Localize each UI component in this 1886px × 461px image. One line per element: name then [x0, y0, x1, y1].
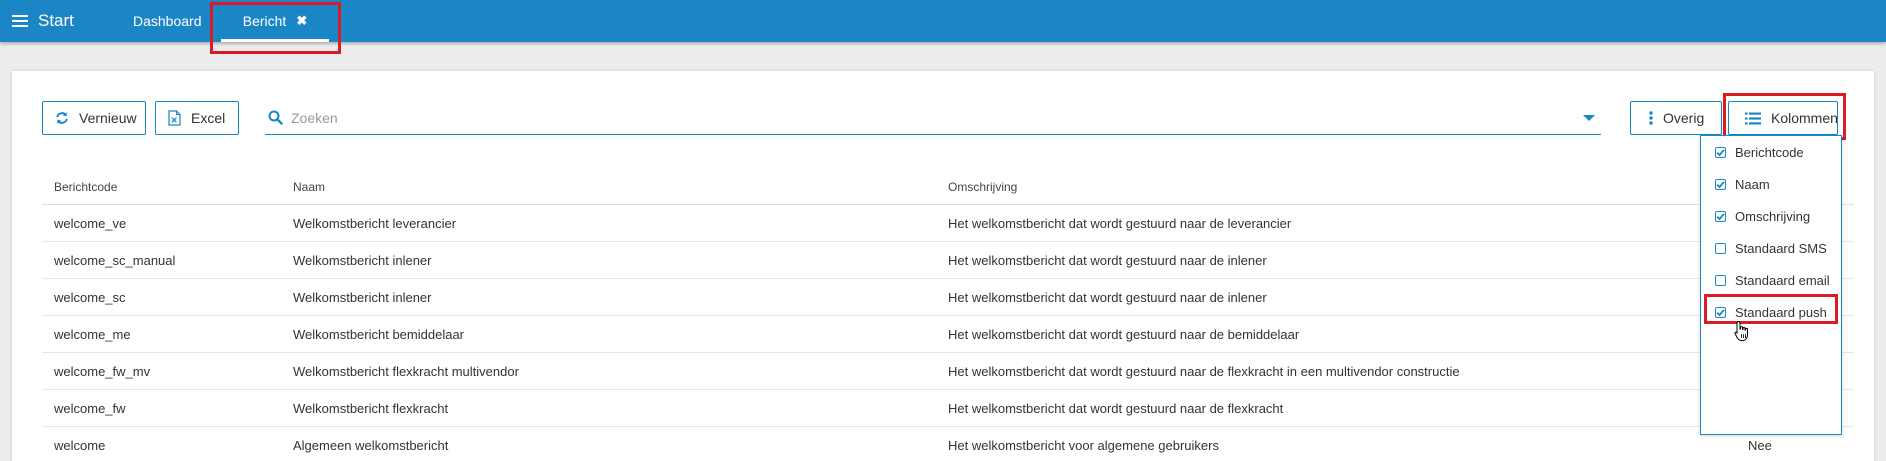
excel-label: Excel	[191, 110, 226, 126]
column-option-label: Omschrijving	[1735, 208, 1811, 224]
column-option-standaard-email[interactable]: Standaard email	[1701, 264, 1841, 296]
columns-dropdown: Berichtcode Naam Omschrijving Standaard …	[1700, 135, 1842, 435]
cell-naam: Welkomstbericht leverancier	[293, 215, 457, 231]
hand-pointer-icon	[1734, 320, 1750, 347]
excel-file-icon	[168, 110, 181, 126]
search-input[interactable]	[291, 109, 1583, 126]
cell-omschrijving: Het welkomstbericht dat wordt gestuurd n…	[948, 400, 1284, 416]
cell-omschrijving: Het welkomstbericht dat wordt gestuurd n…	[948, 215, 1292, 231]
cell-berichtcode: welcome_sc	[54, 289, 126, 305]
cell-naam: Welkomstbericht inlener	[293, 289, 432, 305]
cell-berichtcode: welcome_sc_manual	[54, 252, 176, 268]
checkbox[interactable]	[1715, 210, 1726, 222]
highlight-box-kolommen	[1723, 93, 1846, 140]
table-row[interactable]: welcome_sc Welkomstbericht inlener Het w…	[42, 279, 1854, 316]
cell-berichtcode: welcome_ve	[54, 215, 127, 231]
cell-naam: Welkomstbericht flexkracht multivendor	[293, 363, 519, 379]
table-row[interactable]: welcome_me Welkomstbericht bemiddelaar H…	[42, 316, 1854, 353]
column-option-naam[interactable]: Naam	[1701, 168, 1841, 200]
excel-button[interactable]: Excel	[155, 101, 239, 135]
cell-berichtcode: welcome	[54, 437, 106, 453]
column-option-label: Standaard SMS	[1735, 240, 1827, 256]
table-row[interactable]: welcome Algemeen welkomstbericht Het wel…	[42, 427, 1854, 461]
refresh-icon	[55, 111, 69, 125]
search-icon	[268, 110, 283, 125]
column-header-omschrijving[interactable]: Omschrijving	[936, 180, 1736, 194]
more-vertical-icon	[1649, 111, 1653, 125]
main-card: Vernieuw Excel Overig Kolommen Berichtco…	[12, 71, 1874, 461]
checkbox[interactable]	[1715, 178, 1726, 190]
cell-berichtcode: welcome_fw	[54, 400, 126, 416]
column-option-standaard-sms[interactable]: Standaard SMS	[1701, 232, 1841, 264]
checkbox[interactable]	[1715, 146, 1726, 158]
cell-omschrijving: Het welkomstbericht voor algemene gebrui…	[948, 437, 1219, 453]
overig-label: Overig	[1663, 110, 1705, 126]
cell-berichtcode: welcome_fw_mv	[54, 363, 151, 379]
chevron-down-icon[interactable]	[1583, 114, 1595, 121]
table-row[interactable]: welcome_fw Welkomstbericht flexkracht He…	[42, 390, 1854, 427]
highlight-box-tab	[210, 2, 341, 54]
data-table: Berichtcode Naam Omschrijving welcome_ve…	[42, 169, 1854, 461]
column-header-berichtcode[interactable]: Berichtcode	[42, 180, 281, 194]
cell-naam: Welkomstbericht flexkracht	[293, 400, 449, 416]
checkbox[interactable]	[1715, 274, 1726, 286]
cell-naam: Welkomstbericht inlener	[293, 252, 432, 268]
cell-omschrijving: Het welkomstbericht dat wordt gestuurd n…	[948, 252, 1267, 268]
table-row[interactable]: welcome_sc_manual Welkomstbericht inlene…	[42, 242, 1854, 279]
column-option-label: Standaard email	[1735, 272, 1830, 288]
cell-naam: Algemeen welkomstbericht	[293, 437, 449, 453]
column-option-label: Naam	[1735, 176, 1770, 192]
hamburger-icon	[12, 15, 28, 27]
search-bar	[265, 101, 1601, 135]
cell-omschrijving: Het welkomstbericht dat wordt gestuurd n…	[948, 363, 1460, 379]
vernieuw-label: Vernieuw	[79, 110, 137, 126]
table-row[interactable]: welcome_ve Welkomstbericht leverancier H…	[42, 205, 1854, 242]
checkbox[interactable]	[1715, 242, 1726, 254]
vernieuw-button[interactable]: Vernieuw	[42, 101, 146, 135]
tab-dashboard[interactable]: Dashboard	[133, 0, 202, 42]
tab-dashboard-label: Dashboard	[133, 13, 202, 29]
cell-extra: Nee	[1748, 437, 1772, 453]
cell-berichtcode: welcome_me	[54, 326, 131, 342]
overig-button[interactable]: Overig	[1630, 101, 1722, 135]
cell-omschrijving: Het welkomstbericht dat wordt gestuurd n…	[948, 289, 1267, 305]
start-label: Start	[38, 11, 74, 30]
cell-naam: Welkomstbericht bemiddelaar	[293, 326, 464, 342]
column-option-omschrijving[interactable]: Omschrijving	[1701, 200, 1841, 232]
table-row[interactable]: welcome_fw_mv Welkomstbericht flexkracht…	[42, 353, 1854, 390]
start-menu-button[interactable]: Start	[12, 0, 74, 42]
cell-omschrijving: Het welkomstbericht dat wordt gestuurd n…	[948, 326, 1300, 342]
highlight-box-standaard-push	[1704, 294, 1838, 324]
column-option-label: Berichtcode	[1735, 144, 1804, 160]
column-header-naam[interactable]: Naam	[281, 180, 936, 194]
table-header-row: Berichtcode Naam Omschrijving	[42, 169, 1854, 205]
column-option-berichtcode[interactable]: Berichtcode	[1701, 136, 1841, 168]
